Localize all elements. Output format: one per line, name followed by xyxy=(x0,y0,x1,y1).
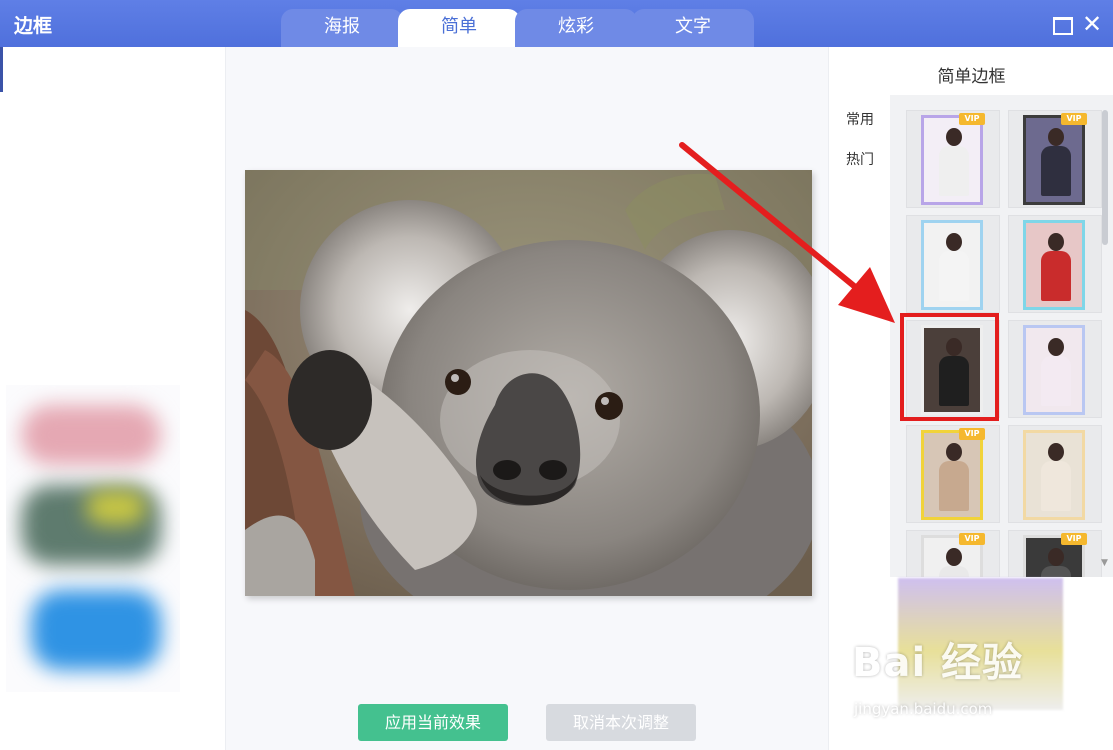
thumbnail-person-body xyxy=(939,146,969,196)
frame-thumbnail-image xyxy=(1023,115,1085,205)
maximize-icon[interactable] xyxy=(1050,12,1074,36)
vip-badge: VIP xyxy=(1061,113,1087,125)
thumbnail-person-head xyxy=(1048,443,1064,461)
frame-thumbnail-image xyxy=(921,220,983,310)
frame-thumbnail-3[interactable] xyxy=(906,215,1000,313)
title-bar: 边框 海报 简单 炫彩 文字 ✕ xyxy=(0,0,1113,47)
thumbnail-person-body xyxy=(1041,461,1071,511)
koala-photo-illustration xyxy=(245,170,812,596)
frame-thumbnail-image xyxy=(1023,220,1085,310)
vip-badge: VIP xyxy=(1061,533,1087,545)
tab-colorful[interactable]: 炫彩 xyxy=(515,9,637,47)
tab-text[interactable]: 文字 xyxy=(632,9,754,47)
selected-frame-highlight xyxy=(900,313,999,421)
window-title: 边框 xyxy=(14,15,53,37)
thumbnail-person-body xyxy=(1041,146,1071,196)
thumbnail-person-body xyxy=(939,251,969,301)
frame-thumbnail-2[interactable]: VIP xyxy=(1008,110,1102,208)
thumbnail-person-head xyxy=(1048,233,1064,251)
close-icon[interactable]: ✕ xyxy=(1080,12,1104,36)
frame-thumbnail-8[interactable] xyxy=(1008,425,1102,523)
frame-thumbnail-1[interactable]: VIP xyxy=(906,110,1000,208)
vip-badge: VIP xyxy=(959,428,985,440)
thumbnail-person-body xyxy=(1041,566,1071,577)
koala-photo xyxy=(245,170,812,596)
apply-effect-button[interactable]: 应用当前效果 xyxy=(358,704,508,741)
thumbnail-person-head xyxy=(1048,128,1064,146)
thumbnail-person-body xyxy=(939,461,969,511)
vip-badge: VIP xyxy=(959,533,985,545)
baidu-jingyan-watermark: Bai 经验 jingyan.baidu.com xyxy=(852,630,1062,725)
frame-thumbnail-image xyxy=(1023,325,1085,415)
thumbnail-person-head xyxy=(946,548,962,566)
blurred-thumbnails xyxy=(6,385,180,692)
thumbnail-person-body xyxy=(1041,356,1071,406)
thumbnail-person-head xyxy=(946,128,962,146)
thumbnail-person-head xyxy=(946,443,962,461)
left-edge-indicator xyxy=(0,47,3,92)
category-hot[interactable]: 热门 xyxy=(846,149,874,169)
frame-editor-window: 边框 海报 简单 炫彩 文字 ✕ 应用当前效果 取消本次调整 简单边框 常用 热… xyxy=(0,0,1113,750)
frame-thumbnail-10[interactable]: VIP xyxy=(1008,530,1102,577)
watermark-logo-text: Bai 经验 xyxy=(852,640,1024,686)
frame-thumbnail-7[interactable]: VIP xyxy=(906,425,1000,523)
frame-thumbnail-6[interactable] xyxy=(1008,320,1102,418)
blurred-thumbnail-3 xyxy=(31,590,161,670)
frame-thumbnail-image xyxy=(921,115,983,205)
category-common[interactable]: 常用 xyxy=(846,109,874,129)
tab-simple[interactable]: 简单 xyxy=(398,9,520,47)
frame-thumbnail-4[interactable] xyxy=(1008,215,1102,313)
thumbnail-person-body xyxy=(1041,251,1071,301)
vip-badge: VIP xyxy=(959,113,985,125)
thumbnail-person-head xyxy=(946,233,962,251)
tab-poster[interactable]: 海报 xyxy=(281,9,403,47)
thumbnail-scrollbar[interactable]: ▼ xyxy=(1101,110,1109,570)
blurred-thumbnail-1 xyxy=(21,405,161,465)
watermark-url: jingyan.baidu.com xyxy=(854,700,993,718)
frames-panel-title: 简单边框 xyxy=(937,67,1006,87)
thumbnail-person-head xyxy=(1048,338,1064,356)
thumbnail-person-head xyxy=(1048,548,1064,566)
thumbnail-person-body xyxy=(939,566,969,577)
scrollbar-thumb[interactable] xyxy=(1102,110,1108,245)
frame-thumbnail-image xyxy=(921,430,983,520)
blurred-thumbnail-2-accent xyxy=(86,490,146,525)
frame-thumbnail-image xyxy=(1023,430,1085,520)
preview-area: 应用当前效果 取消本次调整 xyxy=(226,47,828,750)
frame-thumbnail-9[interactable]: VIP xyxy=(906,530,1000,577)
cancel-adjustment-button[interactable]: 取消本次调整 xyxy=(546,704,696,741)
scroll-down-icon[interactable]: ▼ xyxy=(1101,558,1108,568)
